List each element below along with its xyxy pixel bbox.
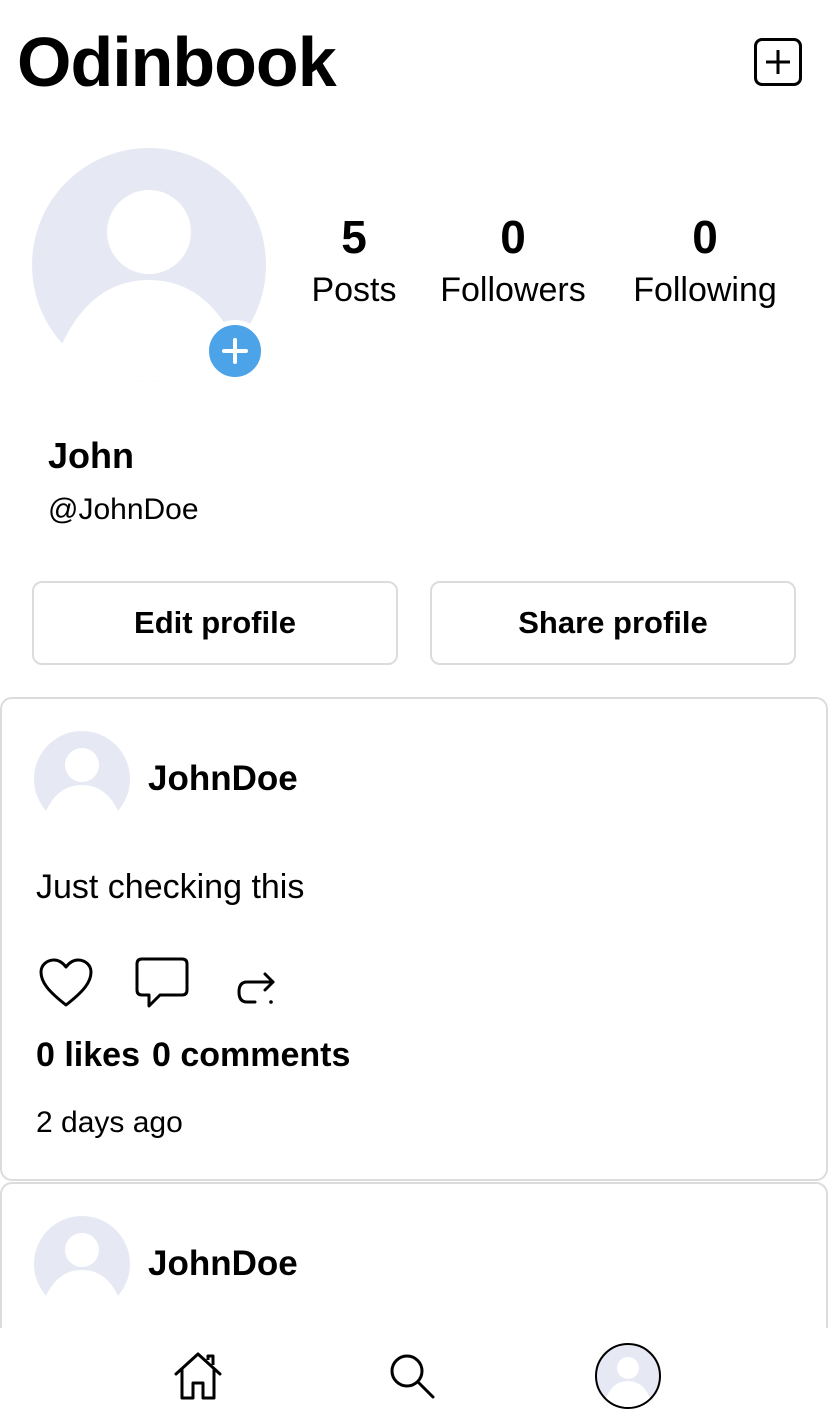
default-avatar-icon (46, 1233, 118, 1312)
add-photo-button[interactable] (204, 320, 266, 382)
app-header: Odinbook (0, 0, 828, 130)
stat-followers-value: 0 (500, 211, 526, 263)
display-name: John (48, 435, 134, 476)
profile-page: Odinbook 5 Posts 0 Followers 0 Following (0, 0, 828, 1422)
bottom-nav (0, 1328, 828, 1422)
stat-posts-label: Posts (311, 271, 397, 309)
stat-following-label: Following (633, 271, 777, 309)
post-body: Just checking this (36, 868, 305, 906)
share-profile-button[interactable]: Share profile (430, 581, 796, 665)
stat-posts-value: 5 (341, 211, 367, 263)
stat-posts[interactable]: 5 Posts (304, 208, 404, 312)
comment-button[interactable] (132, 953, 192, 1013)
plus-square-icon (766, 50, 790, 74)
post-avatar[interactable] (34, 1216, 130, 1312)
stat-following-value: 0 (692, 211, 718, 263)
stat-followers-label: Followers (440, 271, 586, 309)
post-username[interactable]: JohnDoe (148, 1242, 298, 1286)
post-counts: 0 likes 0 comments (36, 1033, 362, 1077)
repost-icon (237, 972, 275, 1004)
comments-count[interactable]: 0 comments (152, 1036, 350, 1074)
like-button[interactable] (36, 953, 96, 1013)
profile-avatar-icon (606, 1357, 650, 1407)
likes-count[interactable]: 0 likes (36, 1036, 140, 1074)
new-post-button[interactable] (754, 38, 802, 86)
nav-avatar (595, 1343, 661, 1409)
home-icon (174, 1352, 222, 1400)
search-icon (390, 1354, 435, 1399)
stat-followers[interactable]: 0 Followers (430, 208, 596, 312)
comment-icon (135, 957, 189, 1008)
post-avatar[interactable] (34, 731, 130, 827)
repost-button[interactable] (228, 953, 288, 1013)
plus-circle-icon (222, 338, 248, 364)
nav-home[interactable] (164, 1342, 232, 1410)
user-handle: @JohnDoe (48, 493, 199, 526)
app-title: Odinbook (17, 23, 337, 101)
post-username[interactable]: JohnDoe (148, 757, 298, 801)
default-avatar-icon (46, 748, 118, 827)
edit-profile-button[interactable]: Edit profile (32, 581, 398, 665)
post-timestamp: 2 days ago (36, 1106, 183, 1139)
stat-following[interactable]: 0 Following (622, 208, 788, 312)
post-card: JohnDoe Just checking this 0 likes 0 comm… (0, 697, 828, 1181)
nav-profile[interactable] (594, 1342, 662, 1410)
heart-icon (39, 958, 93, 1007)
nav-search[interactable] (378, 1342, 446, 1410)
